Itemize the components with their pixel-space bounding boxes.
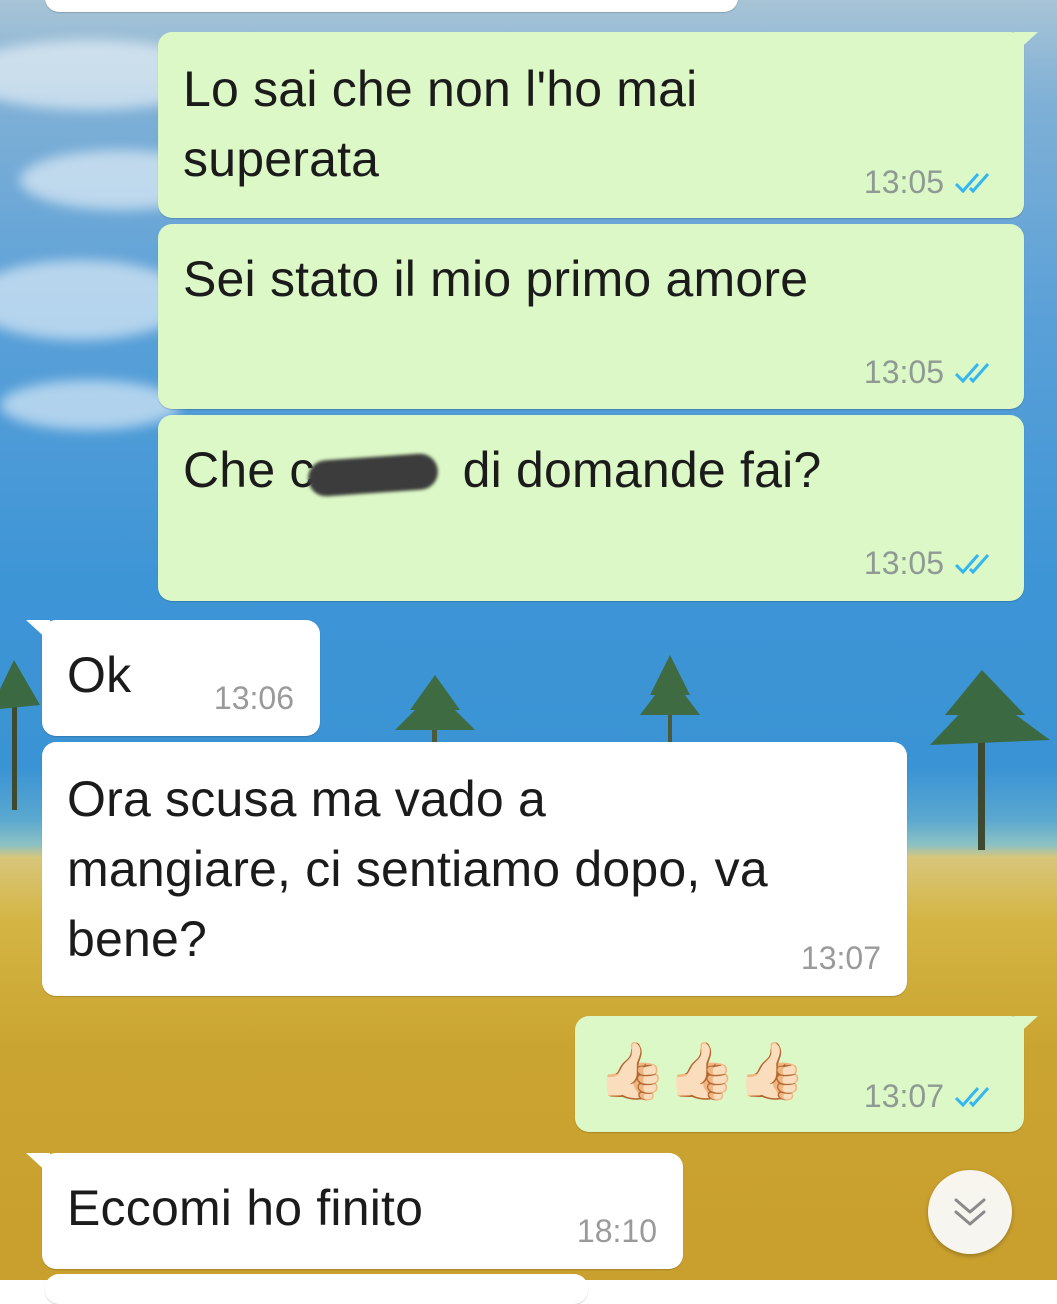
tree-decoration (930, 670, 1050, 850)
double-check-icon (954, 172, 990, 193)
outgoing-message-bubble[interactable]: Che c di domande fai? 13:05 (158, 415, 1024, 601)
scroll-to-bottom-button[interactable] (928, 1170, 1012, 1254)
message-text: Eccomi ho finito (67, 1180, 424, 1236)
message-time: 18:10 (576, 1213, 657, 1249)
outgoing-message-bubble[interactable]: Sei stato il mio primo amore 13:05 (158, 224, 1024, 409)
message-text: Ora scusa ma vado a mangiare, ci sentiam… (67, 771, 768, 967)
incoming-message-bubble[interactable]: Ok 13:06 (26, 620, 320, 736)
emoji-message: 👍🏻👍🏻👍🏻 (597, 1039, 807, 1102)
message-time: 13:05 (863, 545, 944, 581)
bubble-tail (26, 1153, 50, 1175)
message-meta: 13:05 (864, 354, 998, 391)
message-time: 13:06 (213, 680, 294, 716)
outgoing-message-bubble[interactable]: Lo sai che non l'ho mai superata 13:05 (158, 32, 1038, 218)
message-meta: 13:07 (801, 940, 881, 977)
bubble-tail (1014, 1016, 1038, 1038)
message-meta: 13:06 (214, 680, 294, 717)
message-time: 13:05 (863, 164, 944, 200)
message-time: 13:07 (800, 940, 881, 976)
message-meta: 13:07 (864, 1078, 998, 1115)
double-check-icon (954, 362, 990, 383)
message-text: Lo sai che non l'ho mai superata (183, 61, 698, 187)
message-meta: 18:10 (577, 1213, 657, 1250)
bubble-tail (1014, 32, 1038, 54)
message-time: 13:07 (863, 1078, 944, 1114)
double-chevron-down-icon (954, 1198, 986, 1226)
double-check-icon (954, 553, 990, 574)
double-check-icon (954, 1086, 990, 1107)
message-text: Ok (67, 647, 132, 703)
incoming-message-bubble-partial[interactable] (45, 1274, 588, 1304)
message-text: Sei stato il mio primo amore (183, 251, 809, 307)
message-time: 13:05 (863, 354, 944, 390)
incoming-message-bubble-partial[interactable] (45, 0, 738, 12)
incoming-message-bubble[interactable]: Ora scusa ma vado a mangiare, ci sentiam… (42, 742, 907, 996)
incoming-message-bubble[interactable]: Eccomi ho finito 18:10 (26, 1153, 683, 1269)
message-meta: 13:05 (864, 545, 998, 582)
bubble-tail (26, 620, 50, 642)
outgoing-message-bubble[interactable]: 👍🏻👍🏻👍🏻 13:07 (575, 1016, 1038, 1132)
message-text: Che c di domande fai? (183, 442, 822, 498)
tree-decoration (0, 660, 40, 810)
message-meta: 13:05 (864, 164, 998, 201)
